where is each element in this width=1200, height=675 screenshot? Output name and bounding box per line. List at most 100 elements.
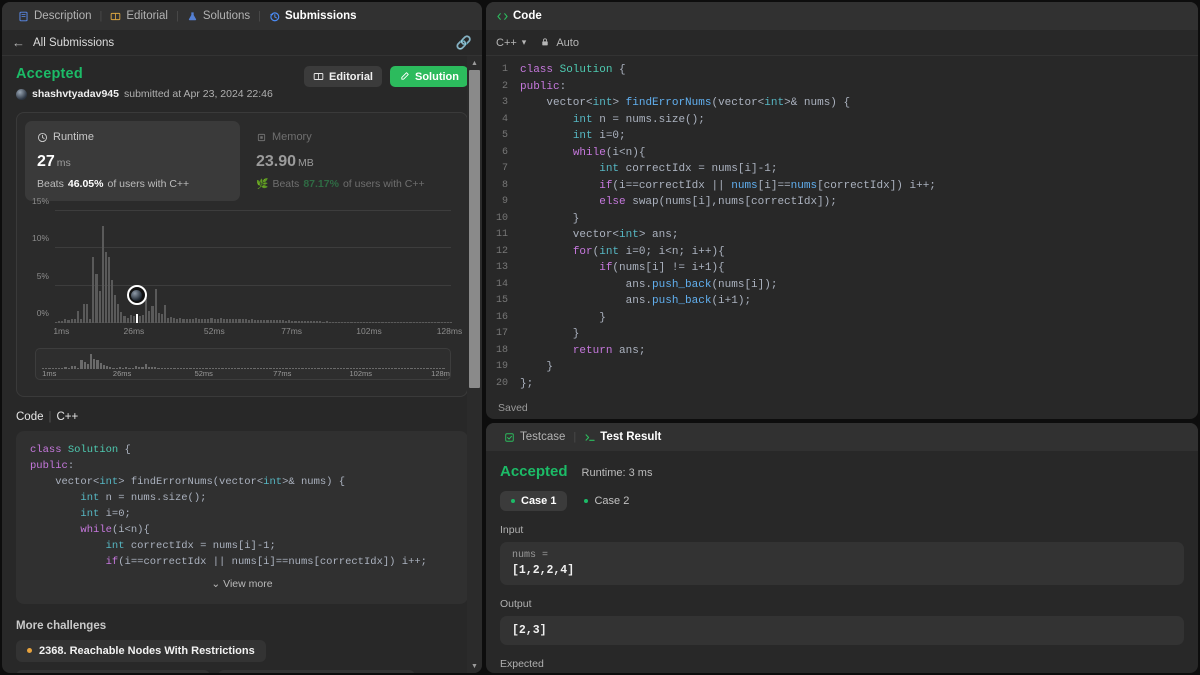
chart-bar[interactable] <box>241 319 244 323</box>
chart-bar[interactable] <box>446 321 449 323</box>
tab-code[interactable]: Code <box>496 10 542 22</box>
chart-bar[interactable] <box>244 319 247 323</box>
chart-bar[interactable] <box>70 319 73 323</box>
chart-bar[interactable] <box>387 321 390 323</box>
chart-bar[interactable] <box>409 321 412 323</box>
chart-bar[interactable] <box>378 321 381 323</box>
chart-bar[interactable] <box>288 320 291 323</box>
editor-line[interactable]: 15 ans.push_back(i+1); <box>486 293 1198 310</box>
chart-bar[interactable] <box>425 321 428 323</box>
editor-line[interactable]: 9 else swap(nums[i],nums[correctIdx]); <box>486 194 1198 211</box>
chart-bar[interactable] <box>145 298 148 323</box>
chart-bar[interactable] <box>79 318 82 323</box>
chart-bar[interactable] <box>400 321 403 323</box>
chart-bar[interactable] <box>316 321 319 323</box>
chart-bar[interactable] <box>350 321 353 323</box>
tab-solutions[interactable]: Solutions <box>179 2 258 30</box>
chart-bar[interactable] <box>313 321 316 323</box>
language-selector[interactable]: C++ ▾ <box>496 37 526 49</box>
chart-bar[interactable] <box>272 320 275 323</box>
chart-bar[interactable] <box>337 321 341 323</box>
chart-bar[interactable] <box>362 321 365 323</box>
chart-bar[interactable] <box>449 321 452 323</box>
chart-bar[interactable] <box>319 321 322 323</box>
solution-button[interactable]: Solution <box>390 66 468 87</box>
scrollbar-thumb[interactable] <box>469 70 480 388</box>
chart-bar[interactable] <box>418 321 421 323</box>
username[interactable]: shashvtyadav945 <box>32 88 119 100</box>
chart-bar[interactable] <box>356 321 359 323</box>
tab-test-result[interactable]: Test Result <box>576 431 669 443</box>
chart-bar[interactable] <box>443 321 446 323</box>
chart-bar[interactable] <box>431 321 434 323</box>
chart-bar[interactable] <box>204 318 207 323</box>
input-box[interactable]: nums = [1,2,2,4] <box>500 542 1184 585</box>
editor-line[interactable]: 19 } <box>486 359 1198 376</box>
memory-stat[interactable]: Memory 23.90 MB 🌿 Beats 87.17% of users w… <box>244 121 459 201</box>
chart-user-marker[interactable] <box>126 285 147 306</box>
chart-bar[interactable] <box>101 225 104 323</box>
chart-bar[interactable] <box>120 311 123 323</box>
chart-bar[interactable] <box>114 295 117 323</box>
editor-line[interactable]: 3 vector<int> findErrorNums(vector<int>&… <box>486 95 1198 112</box>
tab-testcase[interactable]: Testcase <box>496 431 573 443</box>
chart-bar[interactable] <box>344 321 347 323</box>
chart-bar[interactable] <box>294 320 297 323</box>
scrollbar-track[interactable] <box>467 70 482 659</box>
case-tab-2[interactable]: Case 2 <box>573 491 640 511</box>
chart-bar[interactable] <box>138 315 142 323</box>
chart-bar[interactable] <box>166 317 170 323</box>
chart-bar[interactable] <box>306 320 309 323</box>
chart-bar[interactable] <box>98 290 101 323</box>
editor-line[interactable]: 4 int n = nums.size(); <box>486 112 1198 129</box>
chart-bar[interactable] <box>126 317 129 323</box>
case-tab-1[interactable]: Case 1 <box>500 491 568 511</box>
chart-bar[interactable] <box>89 318 92 323</box>
chart-bar[interactable] <box>232 318 235 323</box>
editor-line[interactable]: 5 int i=0; <box>486 128 1198 145</box>
code-preview-box[interactable]: class Solution {public: vector<int> find… <box>16 431 468 604</box>
challenge-chip[interactable]: 523. Continuous Subarray Sum <box>217 669 415 673</box>
editor-line[interactable]: 13 if(nums[i] != i+1){ <box>486 260 1198 277</box>
editor-line[interactable]: 18 return ans; <box>486 343 1198 360</box>
chart-bar[interactable] <box>247 319 250 323</box>
chart-bar[interactable] <box>291 320 294 323</box>
chart-bar[interactable] <box>104 252 107 323</box>
chart-bar[interactable] <box>67 319 70 323</box>
chart-bar[interactable] <box>369 321 372 323</box>
editor-line[interactable]: 20}; <box>486 376 1198 393</box>
chart-bar[interactable] <box>179 318 182 323</box>
chart-bar[interactable] <box>222 318 226 323</box>
chart-bar[interactable] <box>250 319 253 323</box>
chart-bar[interactable] <box>397 321 400 323</box>
runtime-stat[interactable]: Runtime 27 ms Beats 46.05% of users with … <box>25 121 240 201</box>
chart-bar[interactable] <box>238 318 241 323</box>
chart-bar[interactable] <box>182 318 185 323</box>
chart-bar[interactable] <box>269 320 272 323</box>
chart-bar[interactable] <box>322 321 325 323</box>
chart-plot-area[interactable]: 0% 5% 10% 15% <box>32 196 452 323</box>
editor-line[interactable]: 2 public: <box>486 79 1198 96</box>
chart-bar[interactable] <box>263 320 266 323</box>
chart-bar[interactable] <box>257 320 260 323</box>
chart-bar[interactable] <box>216 318 219 323</box>
chart-bar[interactable] <box>412 321 415 323</box>
chart-bar[interactable] <box>117 304 120 323</box>
tab-submissions[interactable]: Submissions <box>261 2 365 30</box>
chart-bar[interactable] <box>58 321 61 323</box>
chart-bar[interactable] <box>334 321 337 323</box>
editor-line[interactable]: 8 if(i==correctIdx || nums[i]==nums[corr… <box>486 178 1198 195</box>
chart-bar[interactable] <box>375 321 378 323</box>
chart-bar[interactable] <box>163 305 166 323</box>
code-editor[interactable]: 1 class Solution {2 public: 3 vector<int> f… <box>486 56 1198 397</box>
chart-bar[interactable] <box>372 321 375 323</box>
back-to-all-submissions[interactable]: ← All Submissions <box>12 35 114 50</box>
chart-bar[interactable] <box>73 318 76 323</box>
editor-line[interactable]: 1 class Solution { <box>486 62 1198 79</box>
chart-bar[interactable] <box>297 320 300 323</box>
chart-bar[interactable] <box>384 321 387 323</box>
chart-bar[interactable] <box>403 321 406 323</box>
chart-bar[interactable] <box>129 314 132 323</box>
chart-bar[interactable] <box>107 256 110 323</box>
chart-bar[interactable] <box>309 321 313 323</box>
